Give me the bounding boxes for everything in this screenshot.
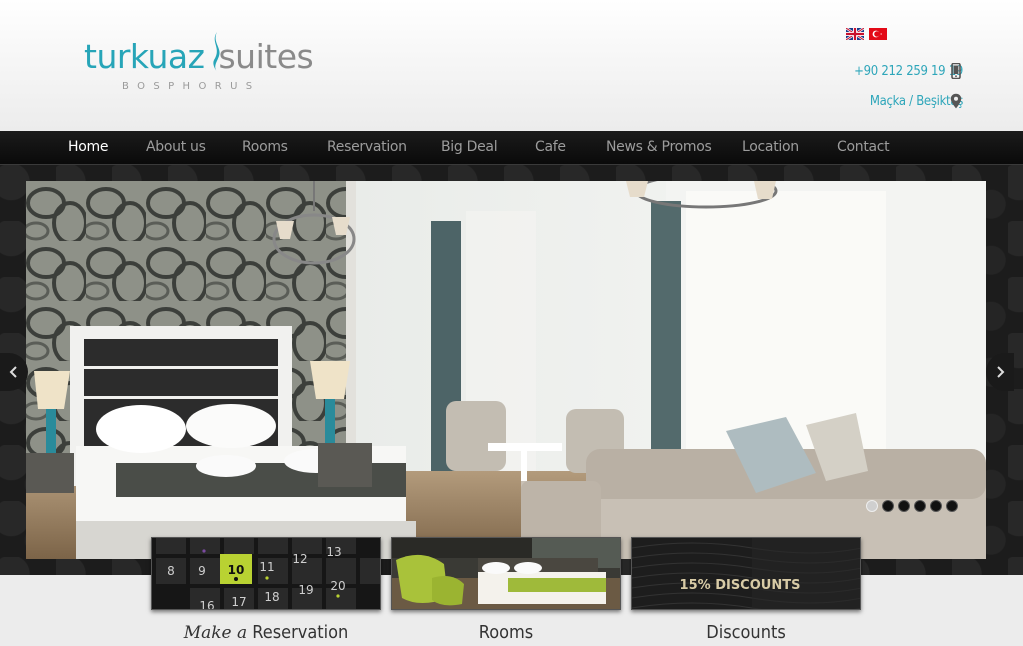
reservation-label-text: Reservation [252, 622, 349, 643]
language-switcher [846, 28, 887, 40]
calendar-day: 16 [199, 599, 214, 610]
hotel-room-photo [26, 181, 986, 559]
calendar-day: 8 [167, 564, 175, 578]
slider-dot[interactable] [866, 500, 878, 512]
hero-slide-image [26, 181, 986, 559]
nav-location[interactable]: Location [742, 139, 799, 155]
nav-cafe[interactable]: Cafe [535, 139, 566, 155]
nav-news-promos[interactable]: News & Promos [606, 139, 712, 155]
nav-reservation[interactable]: Reservation [327, 139, 407, 155]
calendar-day: 19 [298, 583, 313, 597]
logo-wordmark: turkuaz suites [84, 37, 314, 76]
nav-home[interactable]: Home [68, 139, 108, 155]
calendar-day: 17 [231, 595, 246, 609]
slider-dot[interactable] [914, 500, 926, 512]
logo-word-suites: suites [218, 37, 314, 76]
calendar-day: 18 [264, 590, 279, 604]
slider-next-button[interactable] [986, 353, 1014, 391]
slider-prev-button[interactable] [0, 353, 28, 391]
logo-word-turkuaz: turkuaz [84, 37, 205, 76]
chevron-left-icon [9, 366, 17, 378]
rooms-label[interactable]: Rooms [391, 622, 621, 643]
slider-pagination [866, 500, 958, 512]
main-navigation: Home About us Rooms Reservation Big Deal… [0, 131, 1023, 165]
site-logo[interactable]: turkuaz suites BOSPHORUS [84, 32, 324, 96]
map-pin-icon [950, 93, 962, 109]
calendar-day: 11 [259, 560, 274, 574]
logo-tagline: BOSPHORUS [122, 81, 261, 92]
slider-dot[interactable] [898, 500, 910, 512]
nav-about-us[interactable]: About us [146, 139, 206, 155]
calendar-day-selected: 10 [228, 563, 245, 577]
calendar-graphic: 8 9 10 11 12 13 16 17 18 19 20 [152, 538, 380, 610]
calendar-day: 12 [292, 552, 307, 566]
discount-badge-text: 15% DISCOUNTS [680, 578, 801, 593]
mobile-phone-icon [951, 63, 961, 79]
slider-dot[interactable] [882, 500, 894, 512]
feature-discounts-thumb[interactable]: 15% DISCOUNTS [631, 537, 861, 610]
feature-rooms-thumb[interactable] [391, 537, 621, 610]
calendar-day: 13 [326, 545, 341, 559]
discount-banner: 15% DISCOUNTS [632, 538, 860, 609]
chevron-right-icon [997, 366, 1005, 378]
discounts-label[interactable]: Discounts [631, 622, 861, 643]
reservation-label[interactable]: Make a Reservation [151, 622, 381, 643]
feature-reservation-thumb[interactable]: 8 9 10 11 12 13 16 17 18 19 20 [151, 537, 381, 610]
uk-flag-icon[interactable] [846, 28, 864, 40]
hero-slider [0, 165, 1023, 575]
nav-rooms[interactable]: Rooms [242, 139, 288, 155]
nav-contact[interactable]: Contact [837, 139, 890, 155]
slider-dot[interactable] [930, 500, 942, 512]
reservation-label-script: Make a [183, 623, 248, 643]
flame-icon [213, 32, 220, 72]
slider-dot[interactable] [946, 500, 958, 512]
phone-text: +90 212 259 19 19 [854, 64, 963, 79]
site-header: turkuaz suites BOSPHORUS +90 212 259 19 1… [0, 0, 1023, 131]
nav-big-deal[interactable]: Big Deal [441, 139, 498, 155]
calendar-day: 20 [330, 579, 345, 593]
turkey-flag-icon[interactable] [869, 28, 887, 40]
calendar-day: 9 [198, 564, 206, 578]
phone-number[interactable]: +90 212 259 19 19 [854, 64, 963, 79]
room-thumbnail [392, 538, 620, 609]
